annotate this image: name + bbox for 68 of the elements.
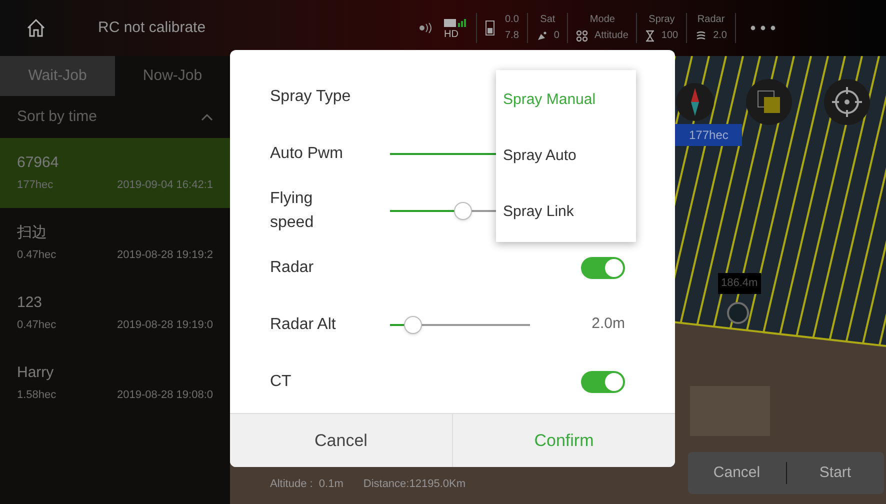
compass-icon[interactable] bbox=[675, 82, 715, 122]
hourglass-icon bbox=[645, 30, 656, 42]
status-value: 0 bbox=[554, 29, 560, 43]
dropdown-option[interactable]: Spray Auto bbox=[496, 128, 636, 184]
job-date: 2019-08-28 19:19:2 bbox=[116, 250, 213, 261]
radar-waves-icon bbox=[695, 30, 708, 42]
altitude-reading: Altitude : 0.1m bbox=[270, 477, 344, 492]
job-name: 扫边 bbox=[17, 225, 48, 240]
job-item[interactable]: 67964 177hec 2019-09-04 16:42:1 bbox=[0, 138, 230, 208]
area-badge: 177hec bbox=[675, 124, 742, 146]
status-label: Mode bbox=[590, 13, 615, 27]
remote-controller-icon bbox=[444, 16, 468, 28]
setting-label: Spray Type bbox=[270, 86, 351, 106]
setting-label: Radar Alt bbox=[270, 314, 336, 334]
status-message: RC not calibrate bbox=[98, 18, 207, 38]
job-item[interactable]: 扫边 0.47hec 2019-08-28 19:19:2 bbox=[0, 208, 230, 278]
job-item[interactable]: 123 0.47hec 2019-08-28 19:19:0 bbox=[0, 278, 230, 348]
battery-reading: 0.0 bbox=[505, 13, 519, 27]
dropdown-option[interactable]: Spray Link bbox=[496, 184, 636, 240]
setting-label: CT bbox=[270, 372, 292, 392]
start-button[interactable]: Start bbox=[786, 462, 884, 484]
job-name: Harry bbox=[17, 365, 55, 380]
status-value: 100 bbox=[661, 29, 678, 43]
more-icon[interactable] bbox=[750, 25, 776, 31]
home-icon[interactable] bbox=[26, 18, 46, 38]
layers-icon[interactable] bbox=[745, 78, 793, 126]
distance-label: 186.4m bbox=[718, 273, 761, 294]
job-item[interactable]: Harry 1.58hec 2019-08-28 19:08:0 bbox=[0, 348, 230, 418]
locate-icon[interactable] bbox=[823, 78, 871, 126]
cancel-button[interactable]: Cancel bbox=[230, 414, 452, 467]
cancel-button[interactable]: Cancel bbox=[688, 462, 786, 484]
slider[interactable] bbox=[390, 200, 496, 222]
job-tab[interactable]: Wait-Job bbox=[0, 56, 115, 96]
slider[interactable] bbox=[390, 314, 530, 336]
satellite-dish-icon bbox=[536, 30, 548, 42]
caret-up-icon[interactable] bbox=[201, 113, 213, 121]
hd-label: HD bbox=[444, 30, 458, 40]
dropdown-option[interactable]: Spray Manual bbox=[496, 72, 636, 128]
confirm-button[interactable]: Confirm bbox=[453, 414, 675, 467]
setting-label: Auto Pwm bbox=[270, 144, 343, 164]
job-area: 0.47hec bbox=[17, 320, 56, 331]
job-date: 2019-08-28 19:19:0 bbox=[116, 320, 213, 331]
battery-icon bbox=[485, 20, 495, 36]
status-value: Attitude bbox=[594, 29, 628, 43]
job-name: 123 bbox=[17, 295, 44, 310]
toggle-switch[interactable] bbox=[581, 256, 625, 278]
job-area: 0.47hec bbox=[17, 250, 56, 261]
status-label: Sat bbox=[540, 13, 556, 27]
job-name: 67964 bbox=[17, 155, 60, 170]
setting-label: Flying speed bbox=[270, 188, 315, 232]
setting-label: Radar bbox=[270, 258, 314, 278]
status-label: Spray bbox=[648, 13, 675, 27]
job-date: 2019-08-28 19:08:0 bbox=[116, 390, 213, 401]
wireless-icon bbox=[418, 22, 434, 34]
toggle-switch[interactable] bbox=[581, 370, 625, 392]
slider-reading: 2.0m bbox=[592, 314, 625, 334]
status-value: 2.0 bbox=[713, 29, 727, 43]
job-tab[interactable]: Now-Job bbox=[115, 56, 230, 96]
slider-thumb[interactable] bbox=[404, 316, 422, 334]
distance-reading: Distance:12195.0Km bbox=[363, 477, 466, 492]
drone-icon bbox=[576, 30, 588, 42]
job-area: 1.58hec bbox=[17, 390, 56, 401]
job-area: 177hec bbox=[17, 180, 54, 191]
battery-reading: 7.8 bbox=[505, 29, 519, 43]
sort-label: Sort by time bbox=[17, 106, 98, 127]
slider-thumb[interactable] bbox=[454, 202, 472, 220]
job-date: 2019-09-04 16:42:1 bbox=[116, 180, 213, 191]
status-label: Radar bbox=[697, 13, 725, 27]
